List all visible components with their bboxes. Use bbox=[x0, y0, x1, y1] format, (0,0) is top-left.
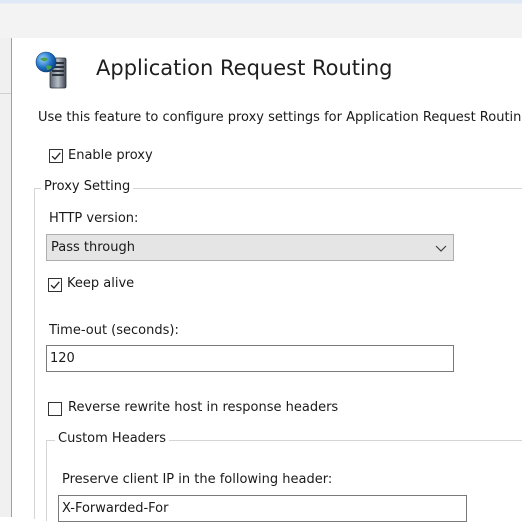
reverse-rewrite-label[interactable]: Reverse rewrite host in response headers bbox=[68, 400, 338, 415]
preserve-ip-label: Preserve client IP in the following head… bbox=[62, 472, 333, 487]
connections-pane bbox=[0, 38, 12, 517]
enable-proxy-label[interactable]: Enable proxy bbox=[68, 148, 153, 163]
reverse-rewrite-checkbox[interactable] bbox=[48, 402, 62, 416]
server-globe-icon bbox=[35, 51, 67, 89]
http-version-value: Pass through bbox=[51, 240, 135, 255]
preserve-ip-field[interactable] bbox=[58, 495, 469, 522]
checkmark-icon bbox=[50, 281, 60, 289]
window-header-band bbox=[0, 0, 522, 39]
enable-proxy-checkbox[interactable] bbox=[49, 149, 63, 163]
keep-alive-label[interactable]: Keep alive bbox=[67, 276, 134, 291]
http-version-label: HTTP version: bbox=[49, 211, 139, 226]
chevron-down-icon bbox=[435, 245, 447, 252]
http-version-select[interactable]: Pass through bbox=[46, 234, 454, 261]
timeout-field[interactable] bbox=[46, 345, 456, 372]
feature-description: Use this feature to configure proxy sett… bbox=[38, 110, 522, 125]
keep-alive-checkbox[interactable] bbox=[48, 278, 62, 292]
proxy-setting-title: Proxy Setting bbox=[41, 179, 134, 194]
connections-pane-divider bbox=[0, 93, 11, 94]
timeout-input[interactable] bbox=[47, 346, 456, 371]
custom-headers-title: Custom Headers bbox=[55, 431, 170, 446]
page-title: Application Request Routing bbox=[96, 56, 393, 80]
timeout-label: Time-out (seconds): bbox=[49, 323, 179, 338]
checkmark-icon bbox=[51, 152, 61, 160]
preserve-ip-input[interactable] bbox=[59, 496, 469, 521]
feature-content: Application Request Routing Use this fea… bbox=[12, 38, 522, 522]
